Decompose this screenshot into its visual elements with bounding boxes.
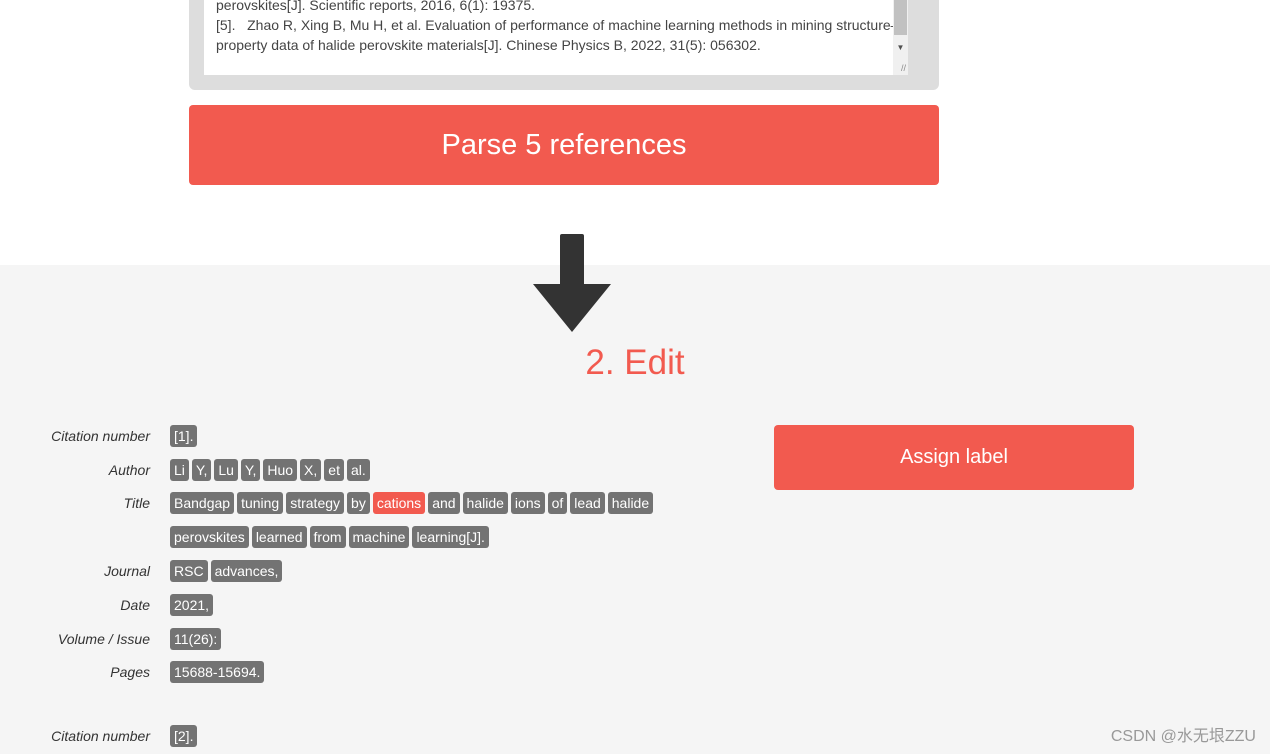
field-label: Citation number <box>51 428 150 444</box>
token[interactable]: 15688-15694. <box>170 661 265 683</box>
field-row: Pages 15688-15694. <box>0 661 680 683</box>
token[interactable]: 11(26): <box>170 628 222 650</box>
token[interactable]: Y, <box>191 459 212 481</box>
references-text: perovskites[J]. Scientific reports, 2016… <box>216 0 899 53</box>
field-label: Journal <box>104 563 150 579</box>
references-textarea[interactable]: perovskites[J]. Scientific reports, 2016… <box>204 0 908 75</box>
field-label: Citation number <box>51 728 150 744</box>
token[interactable]: perovskites <box>170 526 249 548</box>
scroll-down-arrow-icon[interactable]: ▼ <box>893 42 908 54</box>
token[interactable]: Li <box>170 459 189 481</box>
field-row: Date 2021, <box>0 594 680 616</box>
field-label: Author <box>108 462 150 478</box>
token-list: Bandgap tuning strategy by cations and halide i… <box>170 492 680 548</box>
arrow-down-icon <box>533 234 611 332</box>
token[interactable]: machine <box>348 526 410 548</box>
token[interactable]: Lu <box>214 459 238 481</box>
references-input-container: perovskites[J]. Scientific reports, 2016… <box>189 0 939 90</box>
token-list: 2021, <box>170 594 680 616</box>
assign-label-button[interactable]: Assign label <box>774 425 1134 490</box>
token[interactable]: learned <box>251 526 307 548</box>
token[interactable]: from <box>309 526 346 548</box>
token[interactable]: al. <box>346 459 370 481</box>
token[interactable]: ions <box>510 492 545 514</box>
token[interactable]: Y, <box>240 459 261 481</box>
field-label: Title <box>123 495 150 511</box>
token[interactable]: et <box>324 459 344 481</box>
token[interactable]: learning[J]. <box>412 526 489 548</box>
token-selected[interactable]: cations <box>372 492 426 514</box>
token[interactable]: halide <box>607 492 654 514</box>
field-label: Date <box>120 597 150 613</box>
resize-handle-icon[interactable]: // <box>901 63 906 73</box>
token[interactable]: Bandgap <box>170 492 235 514</box>
token[interactable]: halide <box>462 492 508 514</box>
token[interactable]: tuning <box>237 492 284 514</box>
parse-references-button[interactable]: Parse 5 references <box>189 105 939 185</box>
field-row: Journal RSC advances, <box>0 560 680 582</box>
field-row: Citation number [1]. <box>0 425 680 447</box>
field-row: Citation number [2]. <box>0 725 680 747</box>
token[interactable]: [2]. <box>170 725 198 747</box>
token[interactable]: RSC <box>170 560 208 582</box>
token[interactable]: advances, <box>210 560 283 582</box>
token-list: 11(26): <box>170 628 680 650</box>
field-row: Volume / Issue 11(26): <box>0 628 680 650</box>
edit-step-title: 2. Edit <box>585 343 685 382</box>
scrollbar-thumb[interactable] <box>894 0 907 35</box>
field-label: Volume / Issue <box>57 631 150 647</box>
watermark: CSDN @水无垠ZZU <box>1110 728 1256 745</box>
token[interactable]: of <box>547 492 568 514</box>
token-list: Li Y, Lu Y, Huo X, et al. <box>170 459 680 481</box>
token-list: RSC advances, <box>170 560 680 582</box>
token[interactable]: strategy <box>286 492 345 514</box>
token[interactable]: lead <box>570 492 605 514</box>
token[interactable]: 2021, <box>170 594 214 616</box>
token-list: [2]. <box>170 725 680 747</box>
token-list: [1]. <box>170 425 680 447</box>
field-row: Author Li Y, Lu Y, Huo X, et al. <box>0 459 680 481</box>
field-row: Title Bandgap tuning strategy by cations and ha… <box>0 492 680 548</box>
token[interactable]: Huo <box>263 459 298 481</box>
token[interactable]: [1]. <box>170 425 198 447</box>
field-label: Pages <box>110 664 150 680</box>
token[interactable]: by <box>347 492 370 514</box>
token[interactable]: X, <box>300 459 322 481</box>
token-list: 15688-15694. <box>170 661 680 683</box>
token[interactable]: and <box>428 492 460 514</box>
